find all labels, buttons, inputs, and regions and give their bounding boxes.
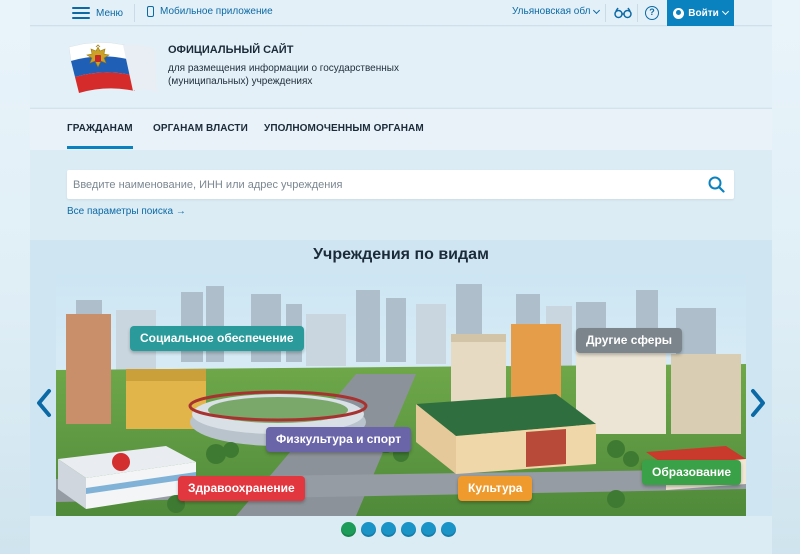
tab-authorized-bodies[interactable]: УПОЛНОМОЧЕННЫМ ОРГАНАМ	[264, 123, 424, 134]
divider	[637, 4, 638, 22]
category-culture[interactable]: Культура	[458, 476, 533, 501]
site-title: ОФИЦИАЛЬНЫЙ САЙТ	[168, 44, 294, 56]
carousel-dot[interactable]	[341, 522, 356, 537]
active-tab-indicator	[67, 146, 133, 149]
user-icon	[673, 7, 685, 19]
arrow-right-icon[interactable]	[748, 388, 768, 418]
carousel-pagination	[341, 522, 456, 537]
carousel-dot[interactable]	[421, 522, 436, 537]
mobile-app-label: Мобильное приложение	[160, 6, 273, 17]
site-subtitle: для размещения информации о государствен…	[168, 63, 399, 87]
region-selector[interactable]: Ульяновская обл	[512, 6, 601, 17]
carousel-dot[interactable]	[401, 522, 416, 537]
chevron-down-icon	[721, 7, 729, 16]
region-label: Ульяновская обл	[512, 6, 591, 17]
menu-label: Меню	[96, 7, 124, 19]
category-social-support[interactable]: Социальное обеспечение	[130, 326, 304, 351]
mobile-app-link[interactable]: Мобильное приложение	[147, 6, 273, 17]
login-button[interactable]: Войти	[667, 0, 734, 26]
carousel-dot[interactable]	[441, 522, 456, 537]
divider	[605, 4, 606, 22]
site-header: ОФИЦИАЛЬНЫЙ САЙТ для размещения информац…	[30, 27, 772, 107]
hamburger-icon	[72, 7, 90, 19]
login-label: Войти	[688, 7, 719, 19]
banner-title: Учреждения по видам	[313, 246, 489, 263]
divider	[134, 4, 135, 22]
chevron-down-icon	[593, 6, 601, 14]
carousel-dot[interactable]	[361, 522, 376, 537]
carousel-dot[interactable]	[381, 522, 396, 537]
coat-of-arms-logo[interactable]	[67, 39, 159, 97]
search-icon[interactable]	[708, 176, 725, 193]
tab-citizens[interactable]: ГРАЖДАНАМ	[67, 123, 133, 134]
category-sports[interactable]: Физкультура и спорт	[266, 427, 412, 452]
category-healthcare[interactable]: Здравоохранение	[178, 476, 305, 501]
menu-button[interactable]: Меню	[72, 4, 123, 22]
category-other-areas[interactable]: Другие сферы	[576, 328, 683, 353]
tab-authorities[interactable]: ОРГАНАМ ВЛАСТИ	[153, 123, 248, 134]
institution-types-banner: Учреждения по видам Социальное обеспечен…	[30, 240, 772, 516]
help-icon[interactable]: ?	[645, 6, 659, 20]
page-frame: Меню Мобильное приложение Ульяновская об…	[30, 0, 772, 554]
category-education[interactable]: Образование	[642, 460, 742, 485]
search-input[interactable]	[67, 170, 687, 199]
arrow-left-icon[interactable]	[34, 388, 54, 418]
search-box	[67, 170, 734, 199]
top-bar: Меню Мобильное приложение Ульяновская об…	[30, 0, 772, 26]
phone-icon	[147, 6, 154, 17]
main-nav: ГРАЖДАНАМ ОРГАНАМ ВЛАСТИ УПОЛНОМОЧЕННЫМ …	[30, 108, 772, 150]
all-search-params-link[interactable]: Все параметры поиска →	[67, 206, 186, 217]
glasses-icon[interactable]	[614, 7, 632, 19]
